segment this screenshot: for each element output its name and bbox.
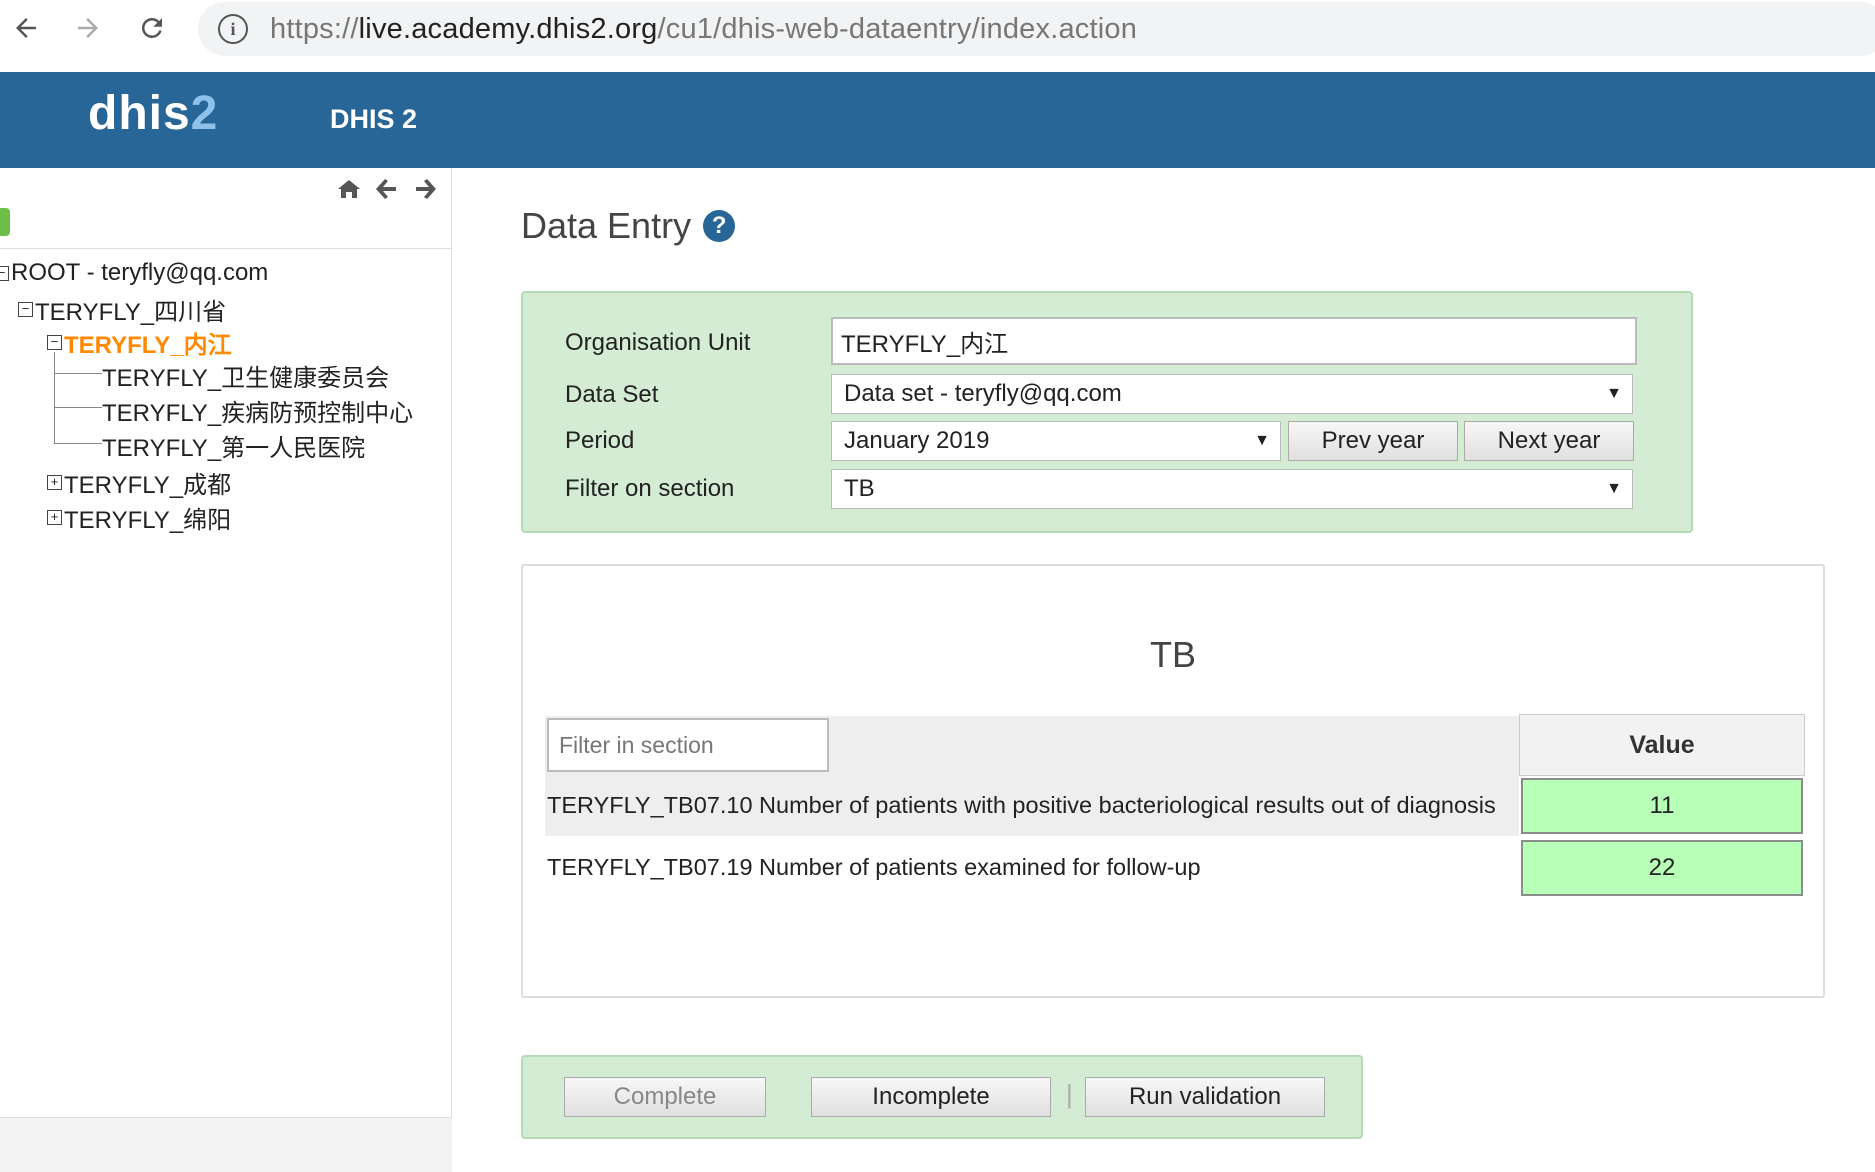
info-icon[interactable]: i bbox=[218, 14, 248, 44]
run-validation-button[interactable]: Run validation bbox=[1085, 1077, 1325, 1117]
tree-connector bbox=[54, 373, 102, 374]
tree-connector bbox=[54, 407, 102, 408]
tree-node-sibling[interactable]: + TERYFLY_成都 bbox=[47, 465, 231, 500]
tree-node-label: TERYFLY_四川省 bbox=[35, 299, 227, 326]
section-panel: TB Filter in section Value TERYFLY_TB07.… bbox=[521, 564, 1825, 998]
tree-node-child[interactable]: TERYFLY_第一人民医院 bbox=[102, 428, 365, 463]
dropdown-caret-icon: ▼ bbox=[1254, 432, 1270, 449]
dropdown-caret-icon: ▼ bbox=[1606, 480, 1622, 497]
data-element-label: TERYFLY_TB07.19 Number of patients exami… bbox=[547, 854, 1201, 880]
action-panel: Complete Incomplete | Run validation bbox=[521, 1055, 1363, 1139]
sidebar-footer bbox=[0, 1117, 452, 1172]
dropdown-caret-icon: ▼ bbox=[1606, 385, 1622, 402]
value-input[interactable]: 11 bbox=[1521, 778, 1803, 834]
tree-node-selected[interactable]: − TERYFLY_内江 bbox=[47, 325, 232, 360]
data-set-value: Data set - teryfly@qq.com bbox=[844, 380, 1122, 407]
filter-section-label: Filter on section bbox=[565, 475, 735, 502]
collapse-icon[interactable]: − bbox=[47, 335, 62, 350]
selection-panel: Organisation Unit TERYFLY_内江 Data Set Da… bbox=[521, 291, 1693, 533]
period-value: January 2019 bbox=[844, 427, 990, 454]
collapse-icon[interactable]: − bbox=[0, 265, 9, 281]
help-icon[interactable]: ? bbox=[703, 210, 736, 242]
next-year-button[interactable]: Next year bbox=[1464, 421, 1634, 461]
tree-node-label: TERYFLY_第一人民医院 bbox=[102, 435, 366, 462]
value-column-header: Value bbox=[1519, 714, 1805, 776]
sidebar-divider bbox=[0, 248, 452, 249]
tree-connector bbox=[54, 352, 55, 444]
app-title: DHIS 2 bbox=[330, 104, 418, 134]
status-indicator-icon bbox=[0, 208, 10, 236]
tree-back-arrow-icon[interactable] bbox=[372, 174, 402, 204]
tree-node-sibling[interactable]: + TERYFLY_绵阳 bbox=[47, 500, 231, 535]
tree-node-label: TERYFLY_疾病防预控制中心 bbox=[102, 400, 414, 427]
page-title: Data Entry ? bbox=[521, 205, 736, 247]
page-title-text: Data Entry bbox=[521, 205, 692, 246]
tree-node-child[interactable]: TERYFLY_卫生健康委员会 bbox=[102, 358, 389, 393]
filter-in-section-input[interactable]: Filter in section bbox=[547, 718, 829, 772]
tree-node-root[interactable]: − ROOT - teryfly@qq.com bbox=[0, 259, 268, 287]
forward-arrow-icon[interactable] bbox=[64, 8, 112, 48]
data-element-label: TERYFLY_TB07.10 Number of patients with … bbox=[547, 792, 1496, 818]
tree-forward-arrow-icon[interactable] bbox=[410, 174, 440, 204]
app-header: dhis2 DHIS 2 bbox=[0, 72, 1875, 168]
dhis2-logo[interactable]: dhis2 bbox=[88, 86, 218, 141]
expand-icon[interactable]: + bbox=[47, 510, 62, 525]
reload-icon[interactable] bbox=[128, 8, 176, 48]
back-arrow-icon[interactable] bbox=[2, 8, 50, 48]
period-select[interactable]: January 2019 ▼ bbox=[831, 421, 1281, 461]
tree-node-label: TERYFLY_绵阳 bbox=[64, 507, 232, 534]
url-text: https://live.academy.dhis2.org/cu1/dhis-… bbox=[270, 12, 1138, 45]
address-bar[interactable]: i https://live.academy.dhis2.org/cu1/dhi… bbox=[198, 2, 1875, 56]
complete-button[interactable]: Complete bbox=[564, 1077, 766, 1117]
section-title: TB bbox=[1149, 634, 1196, 675]
home-icon[interactable] bbox=[334, 174, 364, 204]
value-input[interactable]: 22 bbox=[1521, 840, 1803, 896]
data-set-select[interactable]: Data set - teryfly@qq.com ▼ bbox=[831, 374, 1633, 414]
tree-node-label: TERYFLY_内江 bbox=[64, 332, 232, 359]
data-set-label: Data Set bbox=[565, 381, 659, 408]
tree-node-label: TERYFLY_成都 bbox=[64, 472, 232, 499]
expand-icon[interactable]: + bbox=[47, 475, 62, 490]
tree-node-label: ROOT - teryfly@qq.com bbox=[11, 259, 269, 286]
tree-node-label: TERYFLY_卫生健康委员会 bbox=[102, 365, 390, 392]
filter-section-select[interactable]: TB ▼ bbox=[831, 469, 1633, 509]
tree-toolbar bbox=[334, 174, 440, 204]
collapse-icon[interactable]: − bbox=[18, 302, 33, 317]
tree-node-child[interactable]: TERYFLY_疾病防预控制中心 bbox=[102, 393, 413, 428]
button-divider: | bbox=[1066, 1079, 1073, 1109]
prev-year-button[interactable]: Prev year bbox=[1288, 421, 1458, 461]
filter-section-value: TB bbox=[844, 475, 875, 502]
org-unit-label: Organisation Unit bbox=[565, 329, 751, 356]
tree-connector bbox=[54, 443, 102, 444]
period-label: Period bbox=[565, 427, 635, 454]
browser-toolbar: i https://live.academy.dhis2.org/cu1/dhi… bbox=[0, 0, 1875, 72]
tree-node-province[interactable]: − TERYFLY_四川省 bbox=[18, 292, 226, 327]
org-unit-field[interactable]: TERYFLY_内江 bbox=[831, 317, 1637, 365]
incomplete-button[interactable]: Incomplete bbox=[811, 1077, 1051, 1117]
